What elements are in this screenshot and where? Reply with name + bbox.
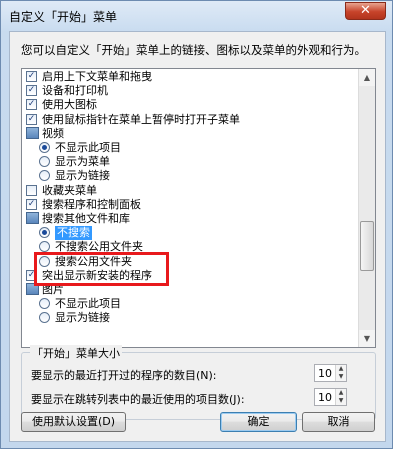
spin-up-icon[interactable]: ▲ [336,365,346,373]
highlight-annotation-box [34,252,169,286]
scroll-down-icon[interactable]: ▼ [359,330,375,347]
scrollbar-thumb[interactable] [360,221,374,271]
vertical-scrollbar[interactable]: ▲ ▼ [358,69,375,347]
recent-programs-stepper[interactable]: 10 ▲ ▼ [314,364,347,382]
checkbox-icon[interactable]: ✓ [26,71,37,82]
list-item-label: 搜索其他文件和库 [42,212,130,225]
list-item-label: 显示为链接 [55,311,110,325]
start-menu-options-list[interactable]: ✓ 启用上下文菜单和拖曳 ✓ 设备和打印机 ✓ 使用大图标 ✓ 使用鼠标指针在菜单上暂停时打开… [21,68,376,348]
dialog-body: 您可以自定义「开始」菜单上的链接、图标以及菜单的外观和行为。 ✓ 启用上下文菜单和… [9,31,386,442]
recent-programs-value[interactable]: 10 [318,367,332,380]
list-item-label: 视频 [42,126,64,140]
radio-button-icon[interactable] [39,298,50,310]
folder-icon [26,126,39,139]
options-list-content: ✓ 启用上下文菜单和拖曳 ✓ 设备和打印机 ✓ 使用大图标 ✓ 使用鼠标指针在菜单上暂停时打开… [22,69,359,347]
jumplist-items-value[interactable]: 10 [318,391,332,404]
dialog-window: 自定义「开始」菜单 ✕ 您可以自定义「开始」菜单上的链接、图标以及菜单的外观和行… [0,0,393,449]
start-menu-size-group: 「开始」菜单大小 要显示的最近打开过的程序的数目(N): 10 ▲ ▼ 要显示在… [21,345,376,420]
dialog-description: 您可以自定义「开始」菜单上的链接、图标以及菜单的外观和行为。 [21,43,366,57]
folder-icon [26,212,39,224]
recent-programs-label: 要显示的最近打开过的程序的数目(N): [31,369,217,382]
close-button[interactable]: ✕ [345,2,386,20]
checkbox-icon[interactable]: ✓ [26,113,37,125]
list-item-label: 使用鼠标指针在菜单上暂停时打开子菜单 [42,112,240,126]
list-item-label: 不显示此项目 [55,297,121,311]
checkbox-icon[interactable]: ✓ [26,198,37,210]
checkbox-icon[interactable] [26,184,37,196]
list-item-label: 设备和打印机 [42,84,108,98]
window-title: 自定义「开始」菜单 [9,10,118,24]
list-item-label: 使用大图标 [42,98,97,112]
use-defaults-button[interactable]: 使用默认设置(D) [21,412,126,432]
radio-button-icon[interactable] [39,170,50,182]
spin-down-icon[interactable]: ▼ [336,373,346,381]
radio-button-icon[interactable] [39,156,50,168]
cancel-button[interactable]: 取消 [302,412,375,432]
title-bar[interactable]: 自定义「开始」菜单 ✕ [1,1,392,31]
jumplist-items-label: 要显示在跳转列表中的最近使用的项目数(J): [31,393,245,406]
scroll-up-icon[interactable]: ▲ [359,69,375,86]
jumplist-items-stepper[interactable]: 10 ▲ ▼ [314,388,347,406]
list-item-label: 收藏夹菜单 [42,183,97,197]
group-title: 「开始」菜单大小 [30,345,122,361]
ok-button[interactable]: 确定 [220,412,297,432]
radio-button-icon[interactable] [39,142,50,153]
radio-button-icon[interactable] [39,312,50,324]
spin-up-icon[interactable]: ▲ [336,389,346,397]
radio-button-icon[interactable] [39,241,50,253]
checkbox-icon[interactable]: ✓ [26,99,37,111]
spin-down-icon[interactable]: ▼ [336,397,346,405]
list-item-label: 搜索程序和控制面板 [42,197,141,211]
list-item-label: 显示为菜单 [55,155,110,169]
stepper-arrows: ▲ ▼ [335,389,346,405]
stepper-arrows: ▲ ▼ [335,365,346,381]
list-item-label: 不显示此项目 [55,141,121,154]
list-item-label: 显示为链接 [55,169,110,183]
checkbox-icon[interactable]: ✓ [26,85,37,97]
radio-button-icon[interactable] [39,227,50,239]
list-item-label: 启用上下文菜单和拖曳 [42,70,152,83]
list-item-label: 不搜索 [55,226,92,241]
